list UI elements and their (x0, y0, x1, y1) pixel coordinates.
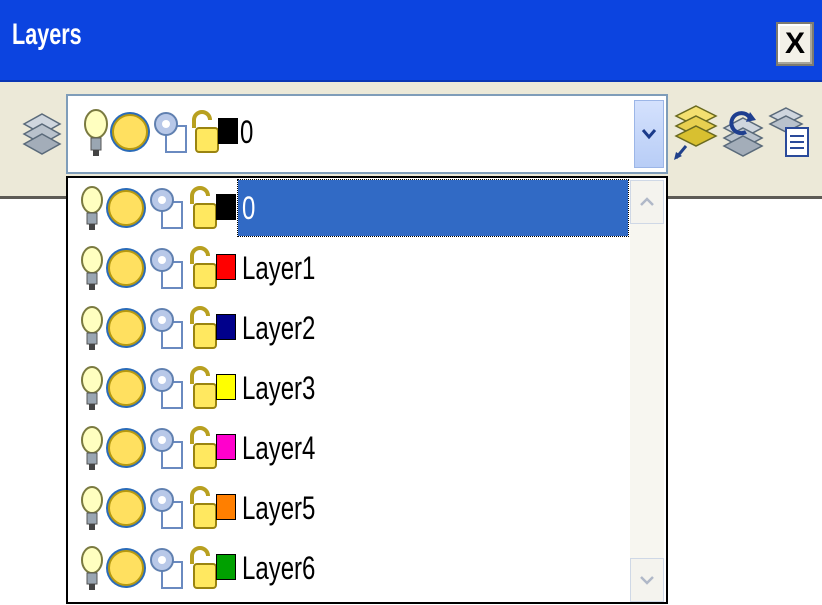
unlock-icon (190, 546, 217, 589)
combo-layer-state-icons (80, 106, 240, 167)
bulb-on-icon (84, 109, 108, 156)
unlock-icon (190, 366, 217, 409)
layer-color-swatch (216, 434, 236, 460)
make-object-layer-current-icon[interactable] (672, 102, 718, 162)
layer-name: Layer2 (242, 310, 316, 346)
sun-thawed-icon (106, 368, 146, 408)
layer-name: 0 (242, 190, 256, 226)
unlock-icon (190, 486, 217, 529)
chevron-down-icon (640, 576, 654, 585)
sun-thawed-icon (106, 308, 146, 348)
layer-list-item[interactable]: Layer5 (68, 478, 628, 538)
unlock-icon (190, 186, 217, 229)
viewport-freeze-icon (150, 188, 183, 229)
layer-previous-icon[interactable] (722, 104, 764, 158)
sun-thawed-icon (106, 548, 146, 588)
bulb-on-icon (81, 486, 103, 530)
scroll-up-button[interactable] (630, 180, 664, 224)
layer-name: Layer6 (242, 550, 316, 586)
bulb-on-icon (81, 546, 103, 590)
layer-states-icon[interactable] (768, 104, 812, 160)
layer-list-item[interactable]: Layer1 (68, 238, 628, 298)
viewport-freeze-icon (150, 368, 183, 409)
bulb-on-icon (81, 426, 103, 470)
close-button[interactable]: X (776, 22, 814, 66)
bulb-on-icon (81, 186, 103, 230)
dropdown-arrow-button[interactable] (634, 100, 664, 168)
layer-color-swatch (216, 254, 236, 280)
viewport-freeze-icon (150, 248, 183, 289)
layer-color-swatch (216, 314, 236, 340)
layer-dropdown-list: 0 Layer1 Layer2 Layer3 Layer4 Layer5 Lay… (66, 176, 668, 604)
viewport-freeze-icon (150, 308, 183, 349)
layer-list-item[interactable]: Layer2 (68, 298, 628, 358)
sun-thawed-icon (106, 248, 146, 288)
viewport-freeze-icon (150, 548, 183, 589)
bulb-on-icon (81, 366, 103, 410)
unlock-icon (190, 426, 217, 469)
current-layer-name: 0 (240, 114, 254, 150)
chevron-down-icon (641, 129, 657, 140)
layer-name: Layer1 (242, 250, 316, 286)
layer-name: Layer4 (242, 430, 316, 466)
unlock-icon (192, 110, 219, 153)
layer-name: Layer3 (242, 370, 316, 406)
selection-highlight (237, 179, 629, 237)
bulb-on-icon (81, 246, 103, 290)
layer-list-item[interactable]: 0 (68, 178, 629, 238)
layer-combo[interactable]: 0 (66, 94, 668, 174)
title-bar[interactable]: Layers X (0, 0, 822, 82)
layer-list-item[interactable]: Layer3 (68, 358, 628, 418)
scroll-down-button[interactable] (630, 558, 664, 602)
bulb-on-icon (81, 306, 103, 350)
layer-name: Layer5 (242, 490, 316, 526)
viewport-freeze-icon (154, 112, 187, 153)
layer-list-item[interactable]: Layer4 (68, 418, 628, 478)
sun-thawed-icon (106, 428, 146, 468)
sun-thawed-icon (106, 488, 146, 528)
sun-thawed-icon (110, 112, 150, 152)
layer-color-swatch (216, 194, 236, 220)
layer-color-swatch (216, 374, 236, 400)
vertical-scrollbar[interactable] (630, 180, 664, 602)
combo-color-swatch (218, 118, 238, 144)
viewport-freeze-icon (150, 428, 183, 469)
viewport-freeze-icon (150, 488, 183, 529)
layer-list-item[interactable]: Layer6 (68, 538, 628, 598)
window-title: Layers (12, 18, 82, 51)
chevron-up-icon (640, 197, 654, 206)
layer-color-swatch (216, 554, 236, 580)
sun-thawed-icon (106, 188, 146, 228)
layer-properties-icon[interactable] (22, 110, 62, 158)
layer-color-swatch (216, 494, 236, 520)
unlock-icon (190, 306, 217, 349)
unlock-icon (190, 246, 217, 289)
